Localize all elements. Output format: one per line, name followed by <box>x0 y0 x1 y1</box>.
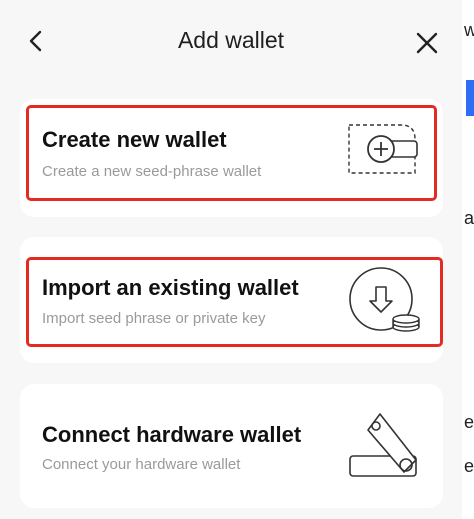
connect-hardware-wallet-option[interactable]: Connect hardware wallet Connect your har… <box>20 384 443 508</box>
wallet-plus-icon <box>345 119 423 184</box>
create-new-wallet-option[interactable]: Create new wallet Create a new seed-phra… <box>20 99 443 217</box>
option-subtitle: Import seed phrase or private key <box>42 310 266 327</box>
import-download-icon <box>346 263 426 344</box>
import-existing-wallet-option[interactable]: Import an existing wallet Import seed ph… <box>20 237 443 363</box>
backdrop-char: w <box>464 20 474 40</box>
close-icon <box>416 32 438 54</box>
option-title: Import an existing wallet <box>42 275 299 300</box>
option-subtitle: Connect your hardware wallet <box>42 456 241 473</box>
backdrop-strip: w a e e <box>462 0 474 519</box>
option-title: Connect hardware wallet <box>42 422 302 447</box>
option-subtitle: Create a new seed-phrase wallet <box>42 163 262 180</box>
backdrop-char: e <box>464 412 474 432</box>
page-title: Add wallet <box>177 27 285 53</box>
close-button[interactable] <box>414 30 440 56</box>
usb-hardware-wallet-icon <box>346 410 426 487</box>
header: Add wallet <box>0 0 462 84</box>
backdrop-char: a <box>464 208 474 228</box>
backdrop-button <box>466 80 474 116</box>
option-title: Create new wallet <box>42 127 227 152</box>
backdrop-char: e <box>464 456 474 476</box>
add-wallet-panel: Add wallet Create new wallet Create a ne… <box>0 0 462 519</box>
